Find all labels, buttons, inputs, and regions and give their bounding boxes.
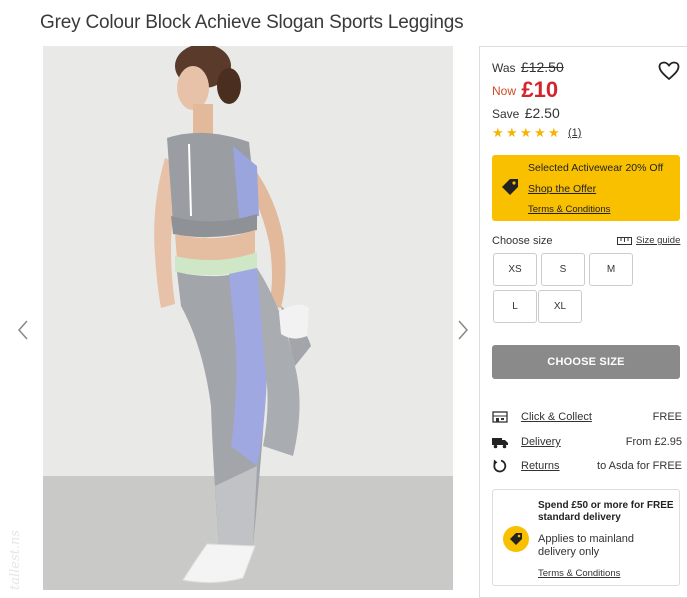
offer-terms-link[interactable]: Terms & Conditions <box>528 204 610 215</box>
next-image-arrow[interactable] <box>456 318 470 342</box>
star-icon: ★ <box>548 125 560 140</box>
product-info-panel: Was £12.50 Now £10 Save £2.50 ★ ★ ★ ★ ★ … <box>479 46 687 598</box>
truck-icon <box>492 438 508 449</box>
chevron-left-icon <box>17 320 28 340</box>
save-label: Save <box>492 107 520 121</box>
size-option-xl[interactable]: XL <box>538 290 582 323</box>
offer-headline: Selected Activewear 20% Off <box>528 162 664 174</box>
returns-value: to Asda for FREE <box>597 460 682 472</box>
click-collect-link[interactable]: Click & Collect <box>521 411 592 423</box>
free-delivery-terms-link[interactable]: Terms & Conditions <box>538 568 620 579</box>
product-image[interactable] <box>43 46 453 590</box>
product-photo-illustration <box>43 46 453 590</box>
free-delivery-note: Applies to mainland delivery only <box>538 533 635 558</box>
chevron-right-icon <box>458 320 469 340</box>
size-option-xs[interactable]: XS <box>493 253 537 286</box>
now-label: Now <box>492 84 517 98</box>
delivery-link[interactable]: Delivery <box>521 436 561 448</box>
size-option-s[interactable]: S <box>541 253 585 286</box>
delivery-row: Delivery From £2.95 <box>492 434 682 452</box>
click-collect-value: FREE <box>652 411 682 423</box>
free-delivery-headline: Spend £50 or more for FREE standard deli… <box>538 500 674 523</box>
free-delivery-box: Spend £50 or more for FREE standard deli… <box>492 489 680 586</box>
size-option-m[interactable]: M <box>589 253 633 286</box>
choose-size-label: Choose size <box>492 235 553 247</box>
heart-icon <box>658 61 680 81</box>
watermark-logo: tallest.ns <box>8 530 23 590</box>
tag-icon <box>503 526 529 552</box>
was-price-value: £12.50 <box>520 59 564 75</box>
returns-link[interactable]: Returns <box>521 460 560 472</box>
save-value: £2.50 <box>524 105 560 121</box>
ruler-icon <box>617 236 632 245</box>
svg-text:tallest.ns: tallest.ns <box>8 530 23 590</box>
choose-size-button[interactable]: CHOOSE SIZE <box>492 345 680 379</box>
size-guide-link[interactable]: Size guide <box>617 235 680 246</box>
returns-row: Returns to Asda for FREE <box>492 458 682 476</box>
review-count-link[interactable]: (1) <box>568 127 581 139</box>
save-amount: Save £2.50 <box>492 105 560 121</box>
star-icon: ★ <box>506 125 518 140</box>
previous-image-arrow[interactable] <box>16 318 30 342</box>
star-icon: ★ <box>492 125 504 140</box>
product-title: Grey Colour Block Achieve Slogan Sports … <box>40 12 464 33</box>
star-icon: ★ <box>520 125 532 140</box>
offer-banner: Selected Activewear 20% Off Shop the Off… <box>492 155 680 221</box>
size-option-l[interactable]: L <box>493 290 537 323</box>
click-collect-row: Click & Collect FREE <box>492 409 682 427</box>
delivery-value: From £2.95 <box>625 436 682 448</box>
now-price: Now £10 <box>492 77 558 103</box>
tag-icon <box>502 179 518 195</box>
was-price: Was £12.50 <box>492 59 564 75</box>
rating-stars[interactable]: ★ ★ ★ ★ ★ (1) <box>492 125 581 140</box>
was-label: Was <box>492 61 516 75</box>
size-guide-label: Size guide <box>636 235 681 246</box>
store-icon <box>492 411 508 423</box>
wishlist-button[interactable] <box>658 61 680 81</box>
now-price-value: £10 <box>521 77 559 102</box>
shop-offer-link[interactable]: Shop the Offer <box>528 183 596 195</box>
star-icon: ★ <box>534 125 546 140</box>
return-icon <box>493 459 507 473</box>
